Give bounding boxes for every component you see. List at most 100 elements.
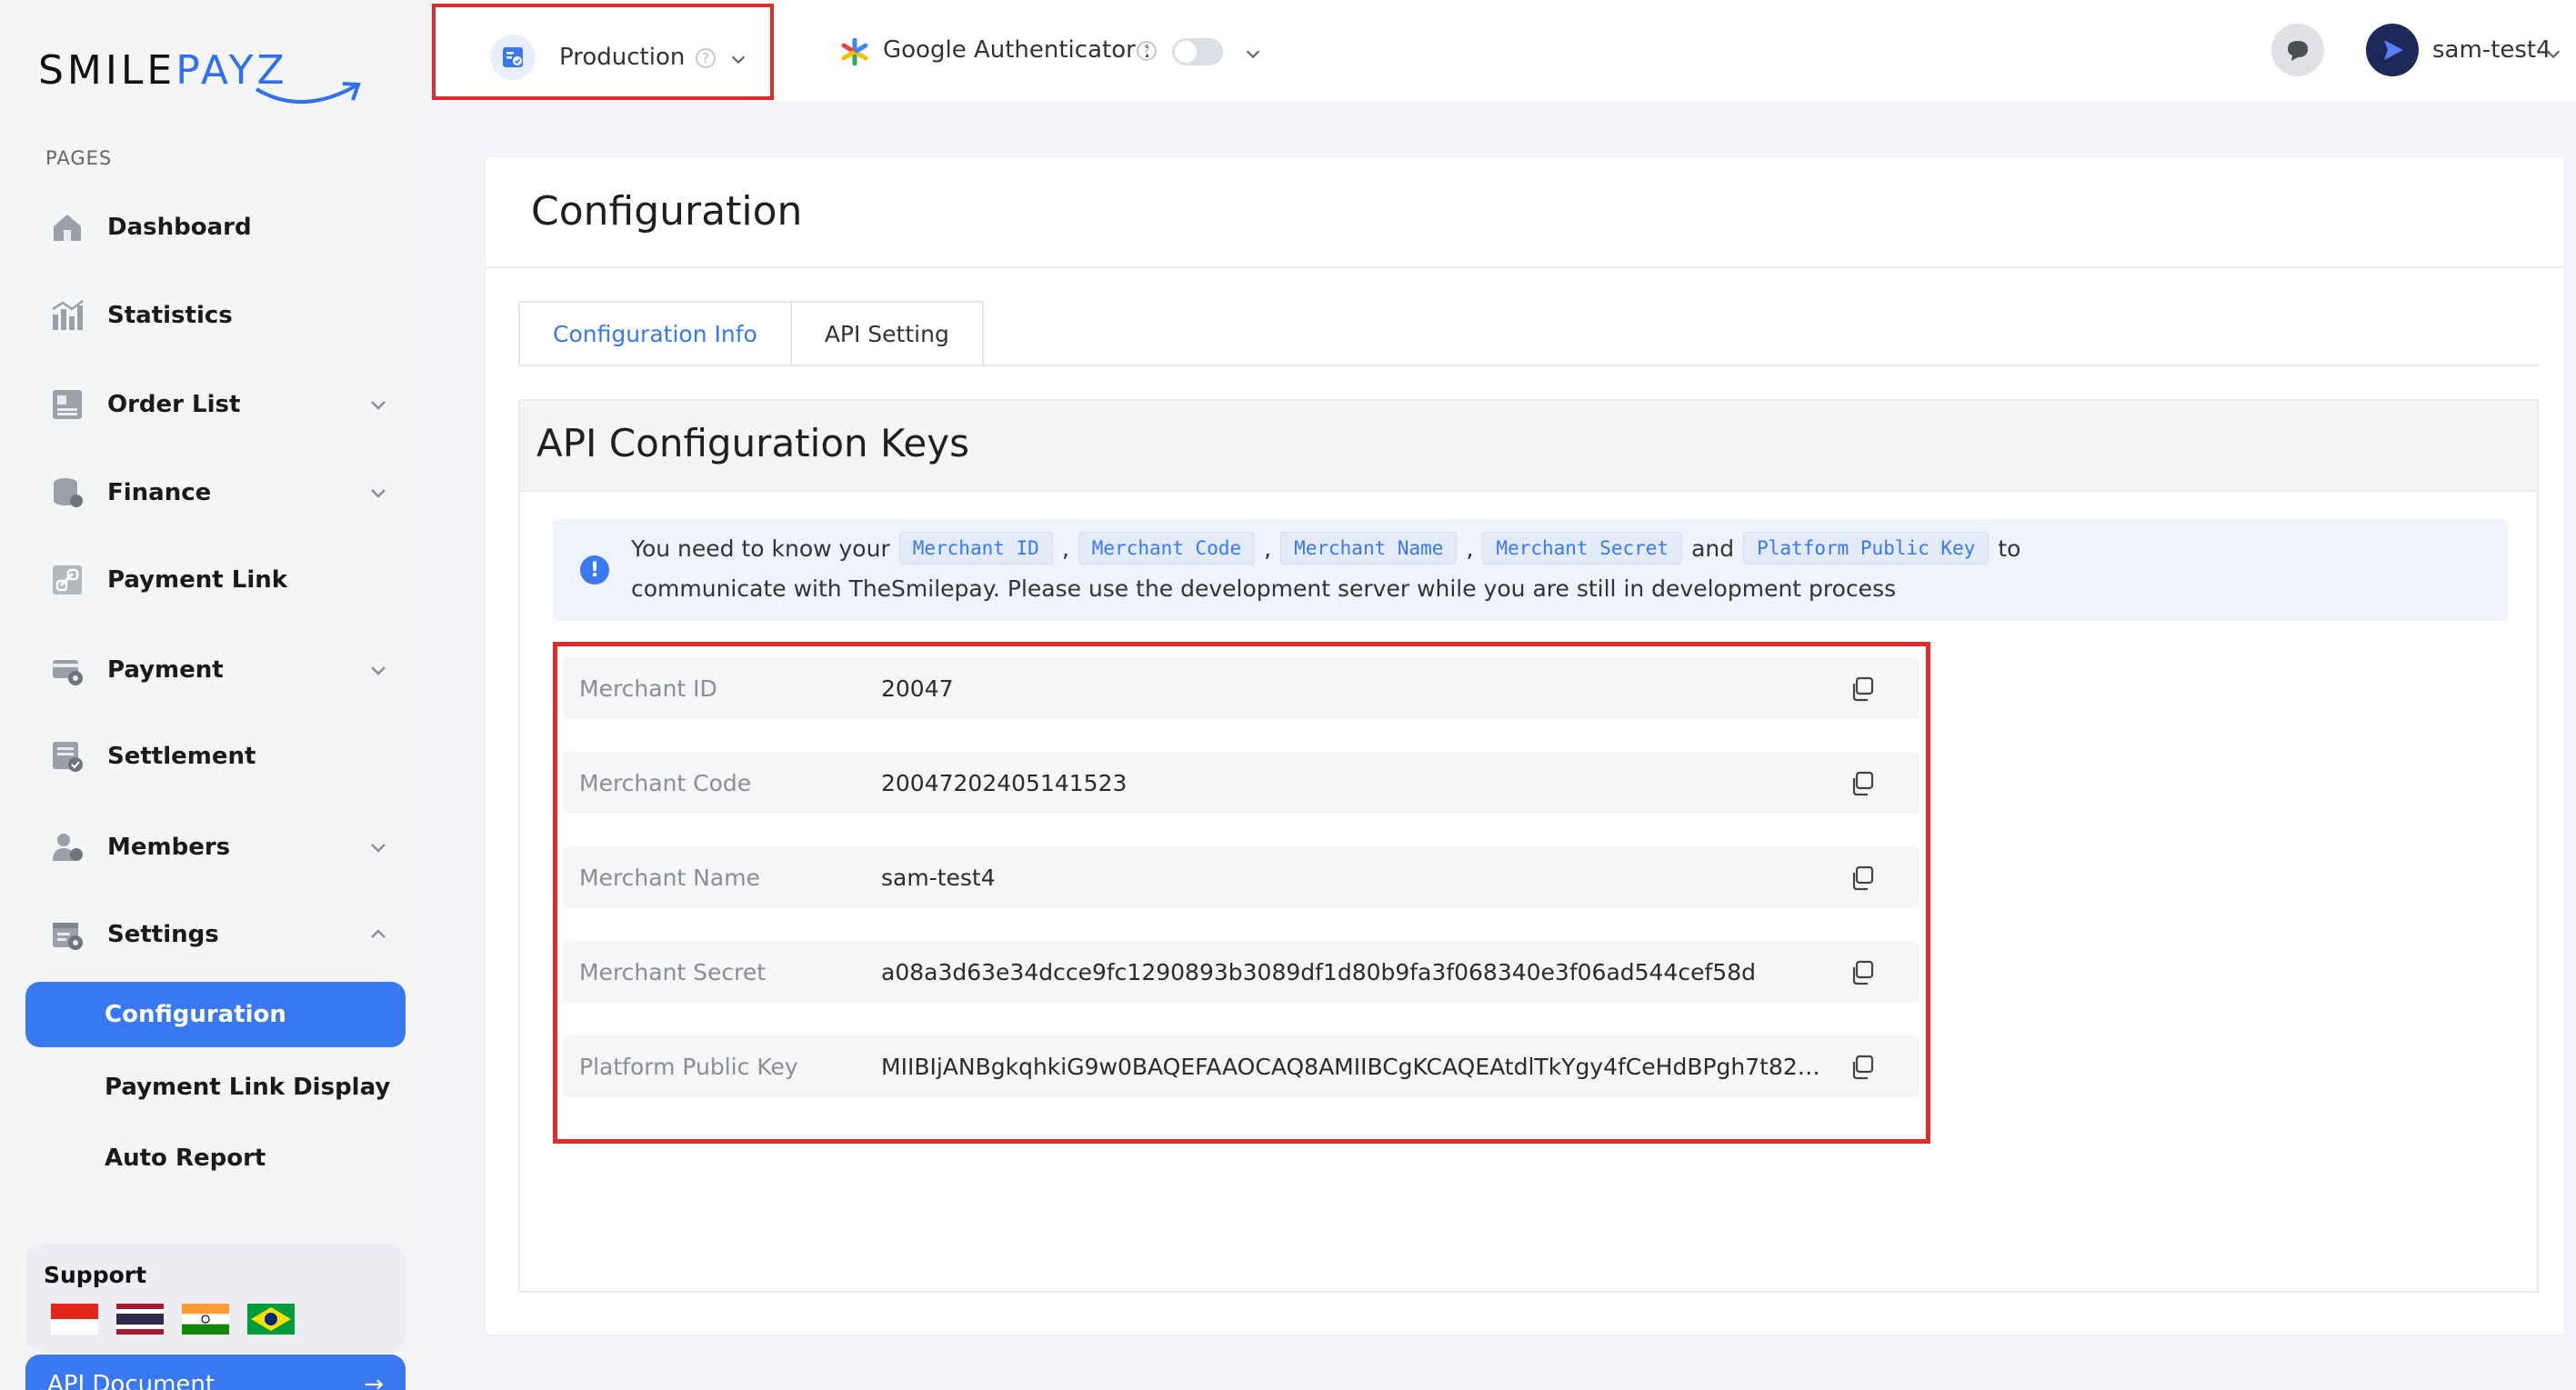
info-alert: ! You need to know your Merchant ID , Me… bbox=[553, 519, 2508, 621]
sidebar-item-label: Order List bbox=[107, 391, 241, 418]
pages-section-label: PAGES bbox=[45, 147, 113, 169]
alert-separator: , bbox=[1466, 535, 1474, 562]
brand-logo[interactable]: SMILEPAYZ bbox=[38, 47, 361, 129]
chevron-down-icon[interactable] bbox=[1243, 44, 1263, 64]
sidebar-item-settings[interactable]: Settings bbox=[25, 898, 407, 971]
divider bbox=[518, 365, 2539, 366]
sidebar-item-label: Payment Link bbox=[107, 566, 288, 594]
logo-smile-arrow-icon bbox=[255, 82, 361, 104]
key-value: a08a3d63e34dcce9fc1290893b3089df1d80b9fa… bbox=[881, 959, 1756, 985]
api-keys-section: API Configuration Keys ! You need to kno… bbox=[518, 399, 2539, 1293]
alert-line-2: communicate with TheSmilepay. Please use… bbox=[631, 575, 1897, 602]
copy-icon[interactable] bbox=[1849, 770, 1876, 797]
avatar[interactable] bbox=[2366, 24, 2419, 76]
top-bar: Production ? Google Authenticator : ? sa… bbox=[432, 0, 2576, 102]
chevron-down-icon bbox=[731, 55, 746, 65]
thailand-flag-icon[interactable] bbox=[116, 1304, 164, 1335]
environment-label: Production bbox=[559, 44, 686, 71]
sidebar-subitem-configuration[interactable]: Configuration bbox=[25, 982, 406, 1047]
key-value: 20047 bbox=[881, 675, 954, 702]
key-label: Merchant Name bbox=[579, 865, 760, 891]
sidebar-item-payment-link[interactable]: Payment Link bbox=[25, 544, 407, 616]
sidebar-subitem-label: Auto Report bbox=[105, 1145, 266, 1172]
exclamation-icon: ! bbox=[580, 555, 609, 585]
key-label: Merchant Secret bbox=[579, 959, 767, 985]
copy-icon[interactable] bbox=[1849, 675, 1876, 703]
code-tag: Platform Public Key bbox=[1743, 532, 1990, 565]
alert-separator: , bbox=[1061, 535, 1069, 562]
link-icon bbox=[47, 560, 87, 600]
list-icon bbox=[47, 385, 87, 425]
sidebar-item-label: Statistics bbox=[107, 302, 233, 329]
india-flag-icon[interactable] bbox=[182, 1304, 229, 1335]
sidebar-item-members[interactable]: Members bbox=[25, 811, 407, 884]
code-tag: Merchant Code bbox=[1078, 532, 1256, 565]
copy-icon[interactable] bbox=[1849, 1054, 1876, 1081]
sidebar-item-label: Dashboard bbox=[107, 214, 252, 241]
code-tag: Merchant Name bbox=[1280, 532, 1458, 565]
key-row-merchant-secret: Merchant Secret a08a3d63e34dcce9fc129089… bbox=[563, 941, 1919, 1003]
tab-api-setting[interactable]: API Setting bbox=[791, 301, 984, 366]
page-title: Configuration bbox=[531, 188, 803, 235]
bar-chart-icon bbox=[47, 295, 87, 335]
alert-suffix: to bbox=[1998, 535, 2021, 562]
members-icon bbox=[47, 827, 87, 867]
sidebar: SMILEPAYZ PAGES Dashboard Statistics Ord bbox=[0, 0, 432, 1390]
tab-bar: Configuration Info API Setting bbox=[518, 301, 984, 366]
sidebar-subitem-label: Configuration bbox=[105, 1001, 286, 1028]
key-row-platform-public-key: Platform Public Key MIIBIjANBgkqhkiG9w0B… bbox=[563, 1035, 1919, 1097]
chevron-down-icon bbox=[371, 666, 386, 675]
support-title: Support bbox=[44, 1262, 147, 1288]
api-document-label: API Document bbox=[47, 1371, 216, 1390]
home-icon bbox=[47, 207, 87, 247]
code-tag: Merchant ID bbox=[898, 532, 1053, 565]
tab-configuration-info[interactable]: Configuration Info bbox=[518, 301, 792, 366]
google-authenticator-toggle[interactable] bbox=[1172, 38, 1223, 65]
sidebar-subitem-payment-link-display[interactable]: Payment Link Display bbox=[25, 1055, 406, 1120]
copy-icon[interactable] bbox=[1849, 865, 1876, 892]
help-icon[interactable]: ? bbox=[1137, 41, 1157, 61]
chevron-down-icon[interactable] bbox=[2543, 44, 2563, 64]
sidebar-item-label: Settings bbox=[107, 921, 219, 948]
brazil-flag-icon[interactable] bbox=[247, 1304, 295, 1335]
configuration-card: Configuration Configuration Info API Set… bbox=[486, 157, 2564, 1335]
support-box: Support bbox=[25, 1244, 406, 1353]
key-label: Merchant ID bbox=[579, 675, 717, 702]
divider bbox=[486, 266, 2564, 268]
environment-icon bbox=[490, 35, 536, 80]
alert-separator: , bbox=[1264, 535, 1272, 562]
sidebar-subitem-label: Payment Link Display bbox=[105, 1074, 391, 1101]
key-value: sam-test4 bbox=[881, 865, 996, 891]
sidebar-item-order-list[interactable]: Order List bbox=[25, 368, 407, 441]
key-value: MIIBIjANBgkqhkiG9w0BAQEFAAOCAQ8AMIIBCgKC… bbox=[881, 1054, 1827, 1080]
alert-line-1: You need to know your Merchant ID , Merc… bbox=[631, 532, 2020, 565]
environment-selector[interactable]: Production ? bbox=[432, 4, 774, 100]
sidebar-item-label: Finance bbox=[107, 479, 212, 506]
section-header: API Configuration Keys bbox=[520, 401, 2537, 492]
api-document-button[interactable]: API Document → bbox=[25, 1355, 406, 1390]
key-label: Merchant Code bbox=[579, 770, 752, 796]
google-authenticator-icon bbox=[841, 38, 868, 65]
settlement-icon bbox=[47, 736, 87, 776]
support-flags bbox=[51, 1304, 295, 1335]
sidebar-subitem-auto-report[interactable]: Auto Report bbox=[25, 1125, 406, 1191]
settings-icon bbox=[47, 915, 87, 955]
sidebar-item-statistics[interactable]: Statistics bbox=[25, 279, 407, 352]
chevron-up-icon bbox=[371, 929, 386, 938]
coins-icon bbox=[47, 473, 87, 513]
help-icon[interactable]: ? bbox=[696, 48, 716, 68]
indonesia-flag-icon[interactable] bbox=[51, 1304, 98, 1335]
username-label[interactable]: sam-test4 bbox=[2432, 36, 2551, 64]
sidebar-item-dashboard[interactable]: Dashboard bbox=[25, 191, 407, 264]
sidebar-item-finance[interactable]: Finance bbox=[25, 456, 407, 529]
sidebar-item-settlement[interactable]: Settlement bbox=[25, 720, 407, 793]
chat-button[interactable] bbox=[2271, 24, 2324, 76]
chevron-down-icon bbox=[371, 489, 386, 498]
key-label: Platform Public Key bbox=[579, 1054, 798, 1080]
alert-prefix: You need to know your bbox=[631, 535, 890, 562]
key-value: 20047202405141523 bbox=[881, 770, 1128, 796]
keys-highlight-box: Merchant ID 20047 Merchant Code 20047202… bbox=[553, 642, 1930, 1144]
copy-icon[interactable] bbox=[1849, 959, 1876, 986]
sidebar-item-payment[interactable]: Payment bbox=[25, 634, 407, 706]
section-title: API Configuration Keys bbox=[536, 421, 970, 465]
